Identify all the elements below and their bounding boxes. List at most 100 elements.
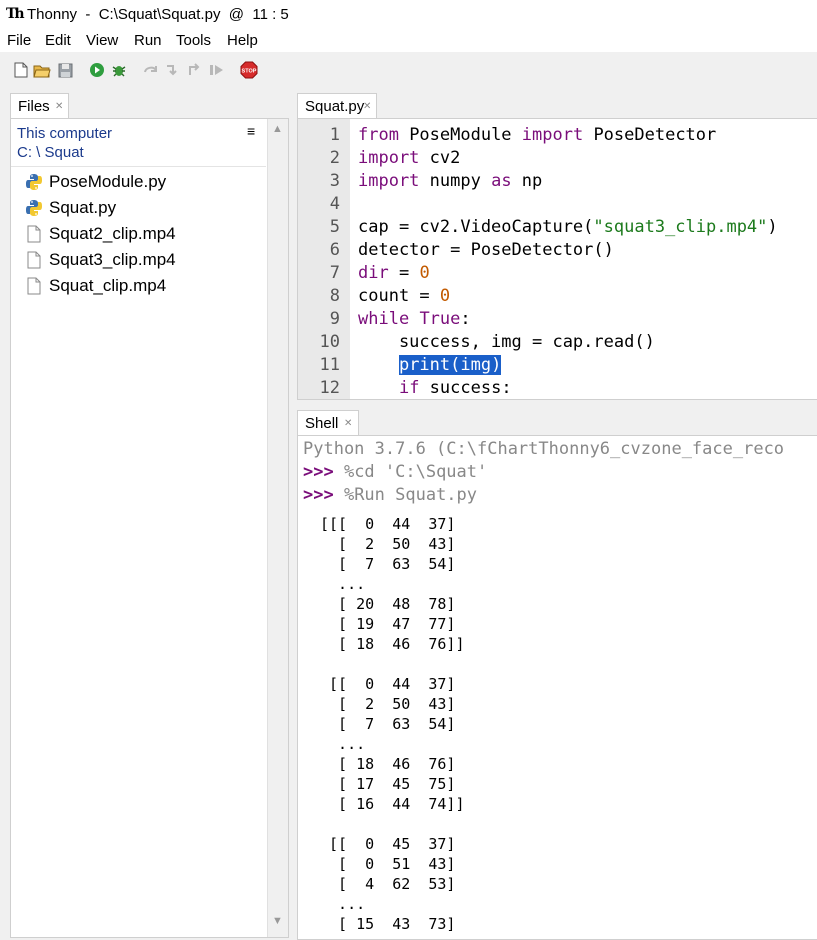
- code-keyword: import: [358, 148, 420, 168]
- code-line: print(img): [358, 355, 502, 375]
- line-number: 4: [329, 194, 340, 214]
- menu-help[interactable]: Help: [227, 32, 258, 49]
- step-out-icon[interactable]: [186, 61, 204, 79]
- title-bar: Th Thonny - C:\Squat\Squat.py @ 11 : 5: [0, 0, 817, 30]
- shell-output-line: [[ 0 44 37]: [320, 675, 456, 693]
- line-number: 11: [319, 355, 340, 375]
- code-keyword: while: [358, 309, 410, 329]
- shell-output-line: [ 18 46 76]: [320, 755, 456, 773]
- shell-output-line: ...: [320, 575, 366, 593]
- code-text: cap = cv2.VideoCapture(: [358, 217, 594, 237]
- files-panel: This computer C: \ Squat ≡ PoseModule.py…: [10, 118, 289, 938]
- menu-edit[interactable]: Edit: [45, 32, 71, 49]
- step-over-icon[interactable]: [142, 61, 160, 79]
- shell-command-line: >>> %cd 'C:\Squat': [303, 462, 487, 482]
- shell-output-line: [ 19 47 77]: [320, 615, 456, 633]
- tab-files[interactable]: Files ✕: [10, 93, 69, 119]
- line-number: 7: [329, 263, 340, 283]
- tab-shell-label: Shell: [305, 415, 339, 432]
- stop-icon[interactable]: STOP: [240, 61, 258, 79]
- line-number: 8: [329, 286, 340, 306]
- location-this-computer[interactable]: This computer: [17, 125, 112, 142]
- code-text: cv2: [419, 148, 461, 168]
- new-file-icon[interactable]: [12, 61, 30, 79]
- resume-icon[interactable]: [208, 61, 226, 79]
- shell-output-line: [ 4 62 53]: [320, 875, 456, 893]
- scroll-down-icon[interactable]: ▼: [272, 915, 283, 927]
- code-text: :: [460, 309, 471, 329]
- toolbar: STOP: [0, 52, 817, 88]
- code-number: 0: [439, 286, 451, 306]
- shell-command: %cd 'C:\Squat': [333, 462, 488, 482]
- code-text: success:: [419, 378, 512, 398]
- menu-tools[interactable]: Tools: [176, 32, 211, 49]
- thonny-logo-icon: Th: [6, 6, 25, 22]
- code-keyword: import: [358, 171, 420, 191]
- menu-bar: File Edit View Run Tools Help: [0, 30, 817, 52]
- line-number: 10: [319, 332, 340, 352]
- shell-banner: Python 3.7.6 (C:\fChartThonny6_cvzone_fa…: [303, 439, 785, 459]
- shell-console[interactable]: Python 3.7.6 (C:\fChartThonny6_cvzone_fa…: [297, 435, 817, 940]
- tab-squat-py[interactable]: Squat.py ✕: [297, 93, 377, 119]
- close-icon[interactable]: ✕: [344, 418, 352, 429]
- line-number: 1: [329, 125, 340, 145]
- code-line: success, img = cap.read(): [358, 332, 655, 352]
- code-line: cap = cv2.VideoCapture("squat3_clip.mp4"…: [358, 217, 778, 237]
- menu-run[interactable]: Run: [134, 32, 162, 49]
- shell-output-line: ...: [320, 895, 366, 913]
- shell-output-line: ...: [320, 735, 366, 753]
- line-number: 6: [329, 240, 340, 260]
- code-line: count = 0: [358, 286, 450, 306]
- code-editor[interactable]: 1 2 3 4 5 6 7 8 9 10 11 12 from PoseModu…: [297, 118, 817, 400]
- file-name: Squat.py: [49, 198, 117, 217]
- shell-output-line: [ 0 51 43]: [320, 855, 456, 873]
- code-line: import numpy as np: [358, 171, 542, 191]
- file-name: PoseModule.py: [49, 172, 167, 191]
- code-keyword: dir: [358, 263, 389, 283]
- code-string: "squat3_clip.mp4": [593, 217, 768, 237]
- code-line: import cv2: [358, 148, 460, 168]
- window-title: Thonny - C:\Squat\Squat.py @ 11 : 5: [27, 6, 289, 23]
- step-into-icon[interactable]: [164, 61, 182, 79]
- file-icon: [25, 277, 43, 295]
- run-icon[interactable]: [88, 61, 106, 79]
- line-number: 9: [329, 309, 340, 329]
- shell-prompt: >>>: [303, 462, 334, 482]
- menu-icon[interactable]: ≡: [247, 123, 255, 139]
- shell-command-line: >>> %Run Squat.py: [303, 485, 477, 505]
- shell-output-line: [ 20 48 78]: [320, 595, 456, 613]
- code-line: while True:: [358, 309, 471, 329]
- selected-text[interactable]: print(img): [398, 355, 502, 375]
- file-name: Squat3_clip.mp4: [49, 250, 176, 269]
- open-folder-icon[interactable]: [33, 61, 51, 79]
- files-scrollbar[interactable]: ▲ ▼: [267, 119, 288, 937]
- code-line: dir = 0: [358, 263, 430, 283]
- code-text: ): [767, 217, 778, 237]
- shell-output-line: [[ 0 45 37]: [320, 835, 456, 853]
- location-path[interactable]: C: \ Squat: [17, 144, 84, 161]
- debug-icon[interactable]: [110, 61, 128, 79]
- menu-file[interactable]: File: [7, 32, 31, 49]
- shell-command: %Run Squat.py: [333, 485, 478, 505]
- close-icon[interactable]: ✕: [55, 101, 63, 112]
- scroll-up-icon[interactable]: ▲: [272, 123, 283, 135]
- code-text: numpy: [419, 171, 492, 191]
- code-text: np: [511, 171, 543, 191]
- shell-output-line: [ 2 50 43]: [320, 535, 456, 553]
- code-text: count =: [358, 286, 440, 306]
- code-text: =: [388, 263, 420, 283]
- menu-view[interactable]: View: [86, 32, 118, 49]
- tab-shell[interactable]: Shell ✕: [297, 410, 359, 436]
- code-text: PoseDetector: [583, 125, 717, 145]
- code-keyword: as: [491, 171, 512, 191]
- tab-files-label: Files: [18, 98, 50, 115]
- code-keyword: from: [358, 125, 399, 145]
- code-keyword: import: [521, 125, 584, 145]
- save-icon[interactable]: [56, 61, 74, 79]
- code-text: PoseModule: [398, 125, 522, 145]
- shell-prompt: >>>: [303, 485, 334, 505]
- code-line: from PoseModule import PoseDetector: [358, 125, 716, 145]
- close-icon[interactable]: ✕: [363, 101, 371, 112]
